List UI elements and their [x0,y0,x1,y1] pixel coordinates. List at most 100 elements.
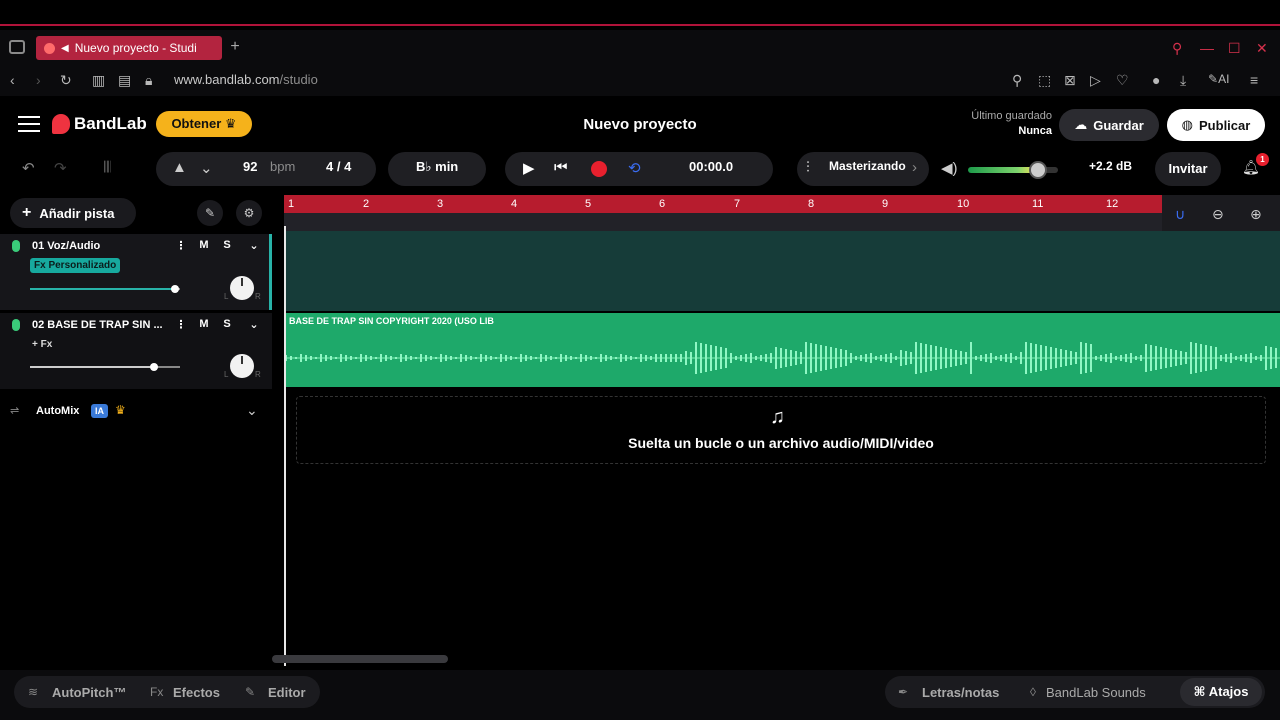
tempo-unit: bpm [270,159,296,174]
menu-icon[interactable]: ≡ [1250,72,1258,88]
chevron-down-icon[interactable]: ⌄ [200,159,213,177]
plus-icon: + [22,204,32,221]
horizontal-scrollbar[interactable] [272,655,448,663]
back-icon[interactable]: ‹ [10,72,15,88]
solo-button[interactable]: S [218,318,236,334]
solo-button[interactable]: S [218,239,236,255]
redo-icon[interactable]: ↷ [54,159,67,177]
volume-speaker-icon[interactable]: ◀︎) [941,159,958,177]
magnet-icon[interactable]: ∪ [1175,206,1185,223]
track-lane-1[interactable] [284,231,1280,311]
search-icon[interactable]: ⚲ [1172,40,1182,57]
pin-icon[interactable]: ⚲ [1012,72,1022,89]
effects-button[interactable]: Efectos [173,685,220,700]
timeline-ruler[interactable] [284,195,1162,213]
track-row-2[interactable]: 02 BASE DE TRAP SIN ... ⋮ M S ⌄ + Fx L R [0,313,272,389]
heart-icon[interactable]: ♡ [1116,72,1129,89]
add-fx-button[interactable]: + Fx [32,339,52,350]
key-value[interactable]: B♭ min [416,159,458,175]
bar-number: 1 [288,198,295,210]
bar-number: 4 [511,198,518,210]
snapshot-icon[interactable]: ⬚ [1038,72,1051,89]
autopitch-icon: ≋ [28,685,39,699]
close-icon[interactable]: ✕ [1256,40,1268,57]
ai-button[interactable]: ✎AI [1208,72,1229,86]
new-tab-button[interactable]: + [226,36,244,58]
microphone-icon [12,240,20,252]
mastering-label[interactable]: Masterizando [829,159,906,173]
hamburger-menu-icon[interactable] [18,116,40,132]
chevron-down-icon[interactable]: ⌄ [245,239,263,255]
bar-number: 11 [1032,198,1044,210]
metronome-icon[interactable]: ▲ [172,159,187,176]
fx-preset-badge[interactable]: Fx Personalizado [30,258,121,273]
track-volume-knob[interactable] [171,285,179,293]
lyrics-notes-button[interactable]: Letras/notas [922,685,999,700]
automix-row[interactable]: ⇌ AutoMix IA ♛ ⌄ [0,396,272,426]
timecode: 00:00.0 [689,159,734,174]
piano-keys-icon[interactable]: 𝄃𝄃 [104,159,111,176]
bar-number: 5 [585,198,592,210]
rewind-icon[interactable]: ⏮ [554,159,568,176]
project-title[interactable]: Nuevo proyecto [540,116,740,133]
track-name[interactable]: 01 Voz/Audio [32,240,168,252]
zoom-in-icon[interactable]: ⊕ [1250,206,1262,223]
play-icon[interactable]: ▷ [1090,72,1101,89]
loop-icon[interactable]: ⟲ [628,159,641,177]
profile-icon[interactable]: ● [1152,72,1160,88]
block-icon[interactable]: ⊠ [1064,72,1076,89]
printer-icon[interactable]: ▤ [118,72,131,89]
track-settings-icon[interactable]: ⚙ [236,200,262,226]
track-options-icon[interactable]: ⋮ [172,239,190,255]
bandlab-sounds-button[interactable]: BandLab Sounds [1046,685,1146,700]
pan-knob[interactable] [230,276,254,300]
crown-icon: ♛ [115,403,126,417]
autopitch-button[interactable]: AutoPitch™ [52,685,126,700]
shortcuts-button[interactable]: ⌘ Atajos [1180,678,1262,706]
pencil-icon: ✎ [245,685,256,699]
invite-button[interactable]: Invitar [1155,152,1221,186]
automix-label: AutoMix [36,405,80,417]
chevron-down-icon[interactable]: ⌄ [246,402,258,419]
tracks-panel: + Añadir pista ✎ ⚙ 01 Voz/Audio ⋮ M S ⌄ F… [0,196,272,662]
download-icon[interactable]: ⤓ [1180,72,1186,89]
zoom-out-icon[interactable]: ⊖ [1212,206,1224,223]
chevron-down-icon[interactable]: ⌄ [245,318,263,334]
time-signature[interactable]: 4 / 4 [326,159,351,174]
cloud-upload-icon: ☁ [1074,117,1088,132]
track-options-icon[interactable]: ⋮ [172,318,190,334]
maximize-icon[interactable]: ☐ [1228,40,1241,57]
undo-icon[interactable]: ↶ [22,159,35,177]
save-button[interactable]: ☁ Guardar [1059,109,1159,141]
publish-button[interactable]: ◍ Publicar [1167,109,1265,141]
add-track-button[interactable]: + Añadir pista [10,198,136,228]
track-volume-knob[interactable] [150,363,158,371]
wand-icon[interactable]: ✎ [197,200,223,226]
browser-tab-active[interactable]: ◀ Nuevo proyecto - Studi [36,36,222,60]
minimize-icon[interactable]: — [1200,40,1214,56]
mute-button[interactable]: M [195,318,213,334]
reload-icon[interactable]: ↻ [60,72,72,89]
globe-icon: ◍ [1181,117,1194,132]
tempo-value[interactable]: 92 [243,159,257,174]
last-saved-value: Nunca [1018,125,1052,137]
pan-knob[interactable] [230,354,254,378]
mute-button[interactable]: M [195,239,213,255]
browser-tab-bar: ◀ Nuevo proyecto - Studi + ⚲ — ☐ ✕ [0,30,1280,64]
track-row-1[interactable]: 01 Voz/Audio ⋮ M S ⌄ Fx Personalizado L … [0,234,272,310]
playhead[interactable] [284,226,286,666]
record-button-icon[interactable] [591,161,607,177]
master-volume-knob[interactable] [1029,161,1047,179]
bar-number: 7 [734,198,741,210]
play-button-icon[interactable]: ▶ [523,159,535,177]
editor-button[interactable]: Editor [268,685,306,700]
reader-icon[interactable]: ▥ [92,72,105,89]
url-text[interactable]: www.bandlab.com/studio [174,72,318,87]
tab-overview-icon[interactable] [9,40,25,54]
forward-icon[interactable]: › [36,72,41,88]
app-header: BandLab Obtener ♛ Nuevo proyecto Último … [0,100,1280,148]
track-name[interactable]: 02 BASE DE TRAP SIN ... [32,319,168,331]
obtener-button[interactable]: Obtener ♛ [156,111,252,137]
speaker-icon[interactable]: ◀ [61,43,69,54]
bar-number: 10 [957,198,970,210]
